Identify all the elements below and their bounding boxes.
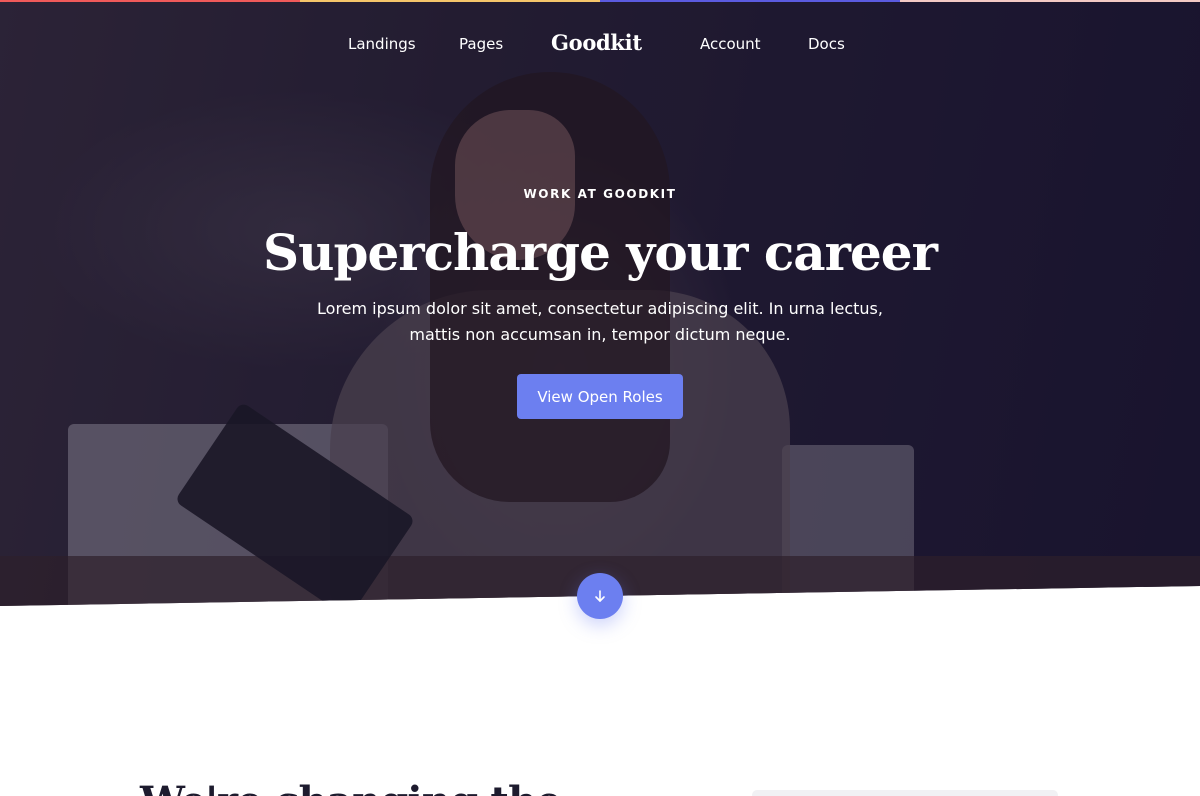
view-open-roles-button[interactable]: View Open Roles (517, 374, 683, 419)
accent-bar-yellow (300, 0, 600, 2)
scroll-down-button[interactable] (577, 573, 623, 619)
brand-logo[interactable]: Goodkit (551, 30, 642, 55)
nav-item-docs[interactable]: Docs (808, 35, 845, 53)
nav-item-account[interactable]: Account (700, 35, 761, 53)
top-accent-bar (0, 0, 1200, 2)
main-nav: Landings Pages Goodkit Account Docs (0, 30, 1200, 58)
hero-lede: Lorem ipsum dolor sit amet, consectetur … (317, 299, 883, 344)
accent-bar-indigo (600, 0, 900, 2)
nav-item-landings[interactable]: Landings (348, 35, 416, 53)
accent-bar-red (0, 0, 300, 2)
nav-item-pages[interactable]: Pages (459, 35, 503, 53)
hero-eyebrow: WORK AT GOODKIT (523, 187, 677, 201)
section-card (752, 790, 1058, 796)
hero-headline: Supercharge your career (263, 223, 938, 282)
section-title: We're changing the (140, 778, 562, 796)
accent-bar-pink (900, 0, 1200, 2)
arrow-down-icon (595, 590, 605, 602)
